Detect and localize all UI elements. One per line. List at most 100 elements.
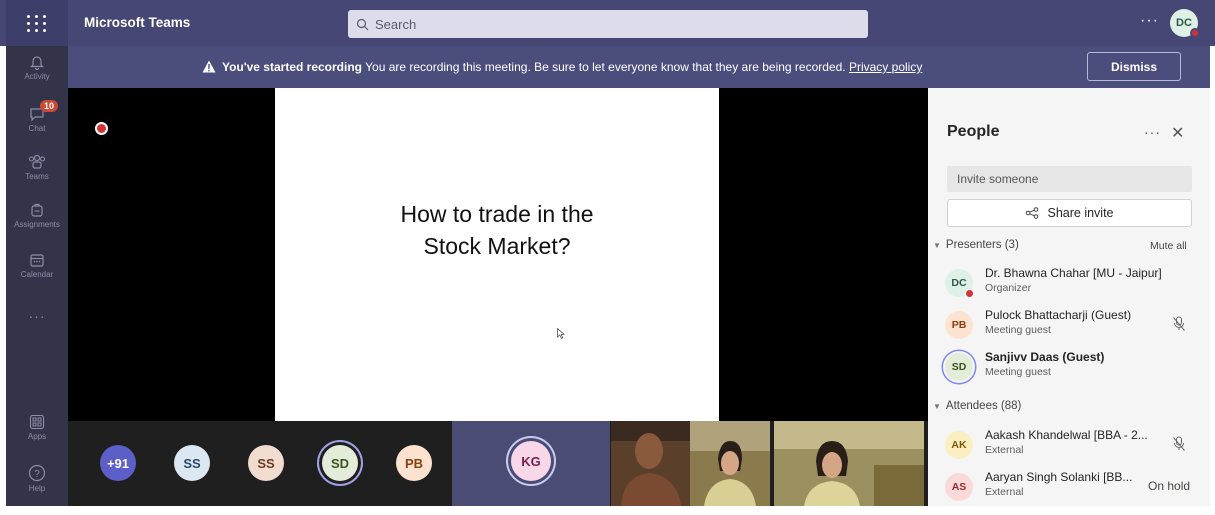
video-feed-image	[690, 421, 770, 506]
mic-off-icon[interactable]	[1172, 436, 1186, 452]
close-icon[interactable]: ✕	[1171, 123, 1184, 143]
participant-initials: SD	[951, 361, 967, 373]
invite-someone-input[interactable]	[947, 166, 1192, 192]
recording-indicator-icon	[95, 122, 108, 135]
participant-role: Meeting guest	[985, 366, 1051, 378]
participant-avatar[interactable]: SS	[248, 445, 284, 481]
participant-initials: DC	[951, 277, 967, 289]
caret-down-icon: ▼	[933, 241, 941, 250]
participant-avatar: DC	[945, 269, 974, 298]
participant-name: Dr. Bhawna Chahar [MU - Jaipur]	[985, 266, 1162, 280]
waffle-icon	[27, 14, 47, 32]
presenters-label: Presenters (3)	[945, 239, 1019, 251]
panel-title: People	[947, 123, 1000, 140]
more-options-button[interactable]: ···	[1140, 12, 1159, 30]
rail-item-activity[interactable]: Activity	[6, 54, 68, 81]
caret-down-icon: ▼	[933, 402, 941, 411]
participant-avatar[interactable]: PB	[396, 445, 432, 481]
rail-item-more[interactable]: ···	[6, 308, 68, 324]
participant-initials: SS	[257, 455, 275, 471]
more-apps-icon: ···	[28, 308, 46, 324]
participant-name: Aaryan Singh Solanki [BB...	[985, 470, 1133, 484]
participant-video[interactable]	[611, 421, 690, 506]
search-input[interactable]: Search	[348, 10, 868, 38]
participant-avatar: SD	[945, 353, 973, 381]
rail-item-teams[interactable]: Teams	[6, 154, 68, 181]
slide-title-line-1: How to trade in the	[400, 201, 594, 227]
mute-all-button[interactable]: Mute all	[1150, 240, 1187, 252]
recording-message: You've started recording You are recordi…	[202, 60, 922, 74]
privacy-policy-link[interactable]: Privacy policy	[849, 60, 922, 74]
rail-item-calendar[interactable]: Calendar	[6, 252, 68, 279]
rail-item-assignments[interactable]: Assignments	[6, 202, 68, 229]
rail-label: Chat	[28, 124, 46, 133]
video-feed-image	[774, 421, 924, 506]
participant-avatar[interactable]: SD	[322, 445, 358, 481]
participant-avatar: AK	[945, 431, 973, 459]
search-icon	[356, 18, 369, 30]
top-bar: Microsoft Teams Search ··· DC	[0, 0, 1215, 46]
slide-title-line-2: Stock Market?	[423, 233, 571, 259]
participant-video[interactable]	[774, 421, 924, 506]
teams-window: Microsoft Teams Search ··· DC Activity 1…	[0, 0, 1215, 515]
participant-initials: PB	[951, 319, 967, 331]
video-feed-image	[611, 421, 690, 506]
participant-row[interactable]: DC Dr. Bhawna Chahar [MU - Jaipur] Organ…	[945, 264, 1207, 304]
panel-more-options-button[interactable]: ···	[1144, 124, 1161, 140]
dismiss-button[interactable]: Dismiss	[1087, 52, 1181, 81]
participant-avatars: +91 SS SS SD PB	[68, 421, 452, 506]
apps-icon	[29, 414, 45, 430]
participant-name: Aakash Khandelwal [BBA - 2...	[985, 428, 1148, 442]
participant-initials: AS	[951, 481, 967, 493]
rail-item-apps[interactable]: Apps	[6, 414, 68, 441]
on-hold-status: On hold	[1148, 479, 1191, 493]
assignments-icon	[31, 203, 43, 217]
shared-content-stage: How to trade in the Stock Market?	[68, 88, 928, 421]
slide-title: How to trade in the Stock Market?	[275, 198, 719, 262]
participant-initials: PB	[404, 455, 424, 471]
participant-role: External	[985, 486, 1024, 498]
participant-role: Meeting guest	[985, 324, 1051, 336]
user-avatar[interactable]: DC	[1170, 9, 1200, 38]
participant-row[interactable]: AK Aakash Khandelwal [BBA - 2... Externa…	[945, 426, 1207, 466]
busy-status-icon	[1190, 28, 1200, 38]
rail-label: Help	[28, 484, 46, 493]
participant-role: External	[985, 444, 1024, 456]
bell-icon	[30, 56, 44, 70]
presentation-slide: How to trade in the Stock Market?	[275, 88, 719, 421]
rail-item-help[interactable]: ? Help	[6, 464, 68, 493]
presenters-section-toggle[interactable]: ▼ Presenters (3)	[933, 239, 1019, 251]
busy-status-icon	[965, 289, 974, 298]
attendees-label: Attendees (88)	[945, 400, 1022, 412]
share-invite-button[interactable]: Share invite	[947, 199, 1192, 227]
mic-off-icon[interactable]	[1172, 316, 1186, 332]
app-launcher-button[interactable]	[6, 0, 68, 46]
participant-avatar: AS	[945, 473, 973, 501]
participant-video[interactable]	[690, 421, 770, 506]
share-invite-label: Share invite	[1047, 206, 1114, 220]
share-icon	[1026, 207, 1039, 219]
help-icon: ?	[28, 464, 46, 482]
rail-item-chat[interactable]: 10 Chat	[6, 100, 68, 133]
warning-icon	[202, 60, 216, 73]
active-speaker-tile[interactable]: KG	[452, 421, 610, 506]
participant-role: Organizer	[985, 282, 1032, 294]
overflow-participants-button[interactable]: +91	[100, 445, 136, 481]
svg-text:?: ?	[34, 469, 40, 480]
participant-avatar[interactable]: SS	[174, 445, 210, 481]
chat-badge: 10	[40, 100, 59, 112]
rail-label: Calendar	[20, 270, 54, 279]
rail-label: Teams	[25, 172, 49, 181]
user-initials: DC	[1176, 17, 1192, 29]
participant-row[interactable]: PB Pulock Bhattacharji (Guest) Meeting g…	[945, 306, 1207, 346]
mouse-cursor-icon	[557, 328, 565, 339]
participant-strip: +91 SS SS SD PB KG	[68, 421, 928, 506]
participant-row[interactable]: SD Sanjivv Daas (Guest) Meeting guest	[945, 348, 1207, 388]
recording-text: You are recording this meeting. Be sure …	[362, 60, 849, 74]
participant-row[interactable]: AS Aaryan Singh Solanki [BB... External …	[945, 468, 1207, 508]
participant-initials: SS	[183, 455, 201, 471]
recording-title: You've started recording	[222, 60, 362, 74]
participant-avatar: KG	[511, 441, 551, 481]
attendees-section-toggle[interactable]: ▼ Attendees (88)	[933, 400, 1021, 412]
rail-label: Assignments	[14, 220, 60, 229]
